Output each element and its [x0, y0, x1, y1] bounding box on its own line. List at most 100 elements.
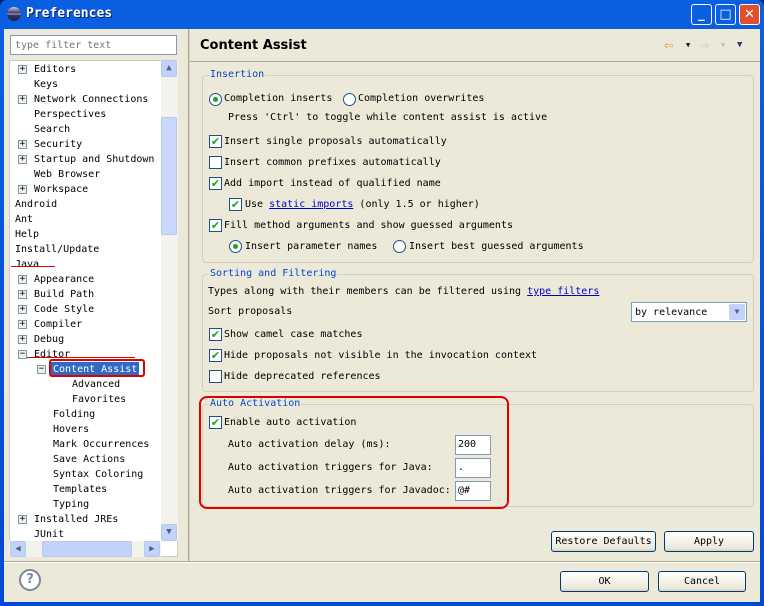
- tree-item-label[interactable]: Syntax Coloring: [53, 467, 143, 482]
- tree-item-label[interactable]: Startup and Shutdown: [34, 152, 154, 167]
- restore-defaults-button[interactable]: Restore Defaults: [551, 531, 656, 552]
- tree-item-label[interactable]: Ant: [15, 212, 33, 227]
- camel-case-checkbox[interactable]: ✔: [209, 328, 222, 341]
- expand-icon[interactable]: +: [18, 335, 27, 344]
- tree-item-label[interactable]: Compiler: [34, 317, 82, 332]
- close-button[interactable]: ✕: [739, 4, 760, 25]
- page-title: Content Assist: [200, 38, 307, 53]
- tree-item-label[interactable]: Install/Update: [15, 242, 99, 257]
- expand-icon[interactable]: +: [18, 185, 27, 194]
- cancel-button[interactable]: Cancel: [658, 571, 746, 592]
- tree-item-label[interactable]: Advanced: [72, 377, 120, 392]
- collapse-icon[interactable]: −: [37, 365, 46, 374]
- hide-invisible-checkbox[interactable]: ✔: [209, 349, 222, 362]
- back-arrow-icon[interactable]: ⇦: [664, 36, 673, 54]
- tree-item-label[interactable]: Appearance: [34, 272, 94, 287]
- single-proposals-label[interactable]: Insert single proposals automatically: [224, 136, 447, 147]
- expand-icon[interactable]: +: [18, 65, 27, 74]
- back-dropdown-icon[interactable]: ▼: [686, 41, 690, 49]
- tree-item-label[interactable]: Security: [34, 137, 82, 152]
- annotation-box-auto-activation: [199, 396, 509, 509]
- view-menu-icon[interactable]: ▼: [737, 40, 742, 50]
- sort-proposals-select[interactable]: by relevance ▼: [631, 302, 747, 322]
- best-guessed-label[interactable]: Insert best guessed arguments: [409, 241, 584, 252]
- insertion-title: Insertion: [209, 69, 266, 80]
- tree-item-label[interactable]: Search: [34, 122, 70, 137]
- parameter-names-radio[interactable]: [229, 240, 242, 253]
- tree-item-label[interactable]: Typing: [53, 497, 89, 512]
- minimize-button[interactable]: _: [691, 4, 712, 25]
- sorting-title: Sorting and Filtering: [209, 268, 338, 279]
- scroll-right-icon[interactable]: ▶: [144, 541, 160, 557]
- tree-item-label[interactable]: Build Path: [34, 287, 94, 302]
- tree-item-label[interactable]: Workspace: [34, 182, 88, 197]
- maximize-button[interactable]: □: [715, 4, 736, 25]
- fill-arguments-checkbox[interactable]: ✔: [209, 219, 222, 232]
- camel-case-label[interactable]: Show camel case matches: [224, 329, 362, 340]
- tree-item-label[interactable]: Perspectives: [34, 107, 106, 122]
- tree-item-label[interactable]: Mark Occurrences: [53, 437, 149, 452]
- help-icon[interactable]: ?: [19, 569, 41, 591]
- expand-icon[interactable]: +: [18, 515, 27, 524]
- collapse-icon[interactable]: −: [18, 350, 27, 359]
- completion-inserts-label[interactable]: Completion inserts: [224, 93, 332, 104]
- tree-item-label[interactable]: Installed JREs: [34, 512, 118, 527]
- expand-icon[interactable]: +: [18, 275, 27, 284]
- type-filters-link[interactable]: type filters: [527, 286, 599, 297]
- tree-item-label[interactable]: Debug: [34, 332, 64, 347]
- tree-item-label[interactable]: Help: [15, 227, 39, 242]
- tree-item-label[interactable]: Favorites: [72, 392, 126, 407]
- tree-item-label[interactable]: Keys: [34, 77, 58, 92]
- parameter-names-label[interactable]: Insert parameter names: [245, 241, 377, 252]
- scroll-thumb[interactable]: [161, 117, 177, 235]
- common-prefixes-label[interactable]: Insert common prefixes automatically: [224, 157, 441, 168]
- tree-item-label[interactable]: Web Browser: [34, 167, 100, 182]
- hide-invisible-label[interactable]: Hide proposals not visible in the invoca…: [224, 350, 537, 361]
- expand-icon[interactable]: +: [18, 305, 27, 314]
- filter-input[interactable]: [10, 35, 177, 55]
- common-prefixes-checkbox[interactable]: [209, 156, 222, 169]
- annotation-underline-editor: [27, 357, 135, 358]
- fill-arguments-label[interactable]: Fill method arguments and show guessed a…: [224, 220, 513, 231]
- tree-item-label[interactable]: Editors: [34, 62, 76, 77]
- tree-item-label[interactable]: Templates: [53, 482, 107, 497]
- completion-overwrites-radio[interactable]: [343, 93, 356, 106]
- tree-item-label[interactable]: Android: [15, 197, 57, 212]
- best-guessed-radio[interactable]: [393, 240, 406, 253]
- static-imports-link[interactable]: static imports: [269, 199, 353, 210]
- expand-icon[interactable]: +: [18, 320, 27, 329]
- tree-item-label[interactable]: Folding: [53, 407, 95, 422]
- tree-item-label[interactable]: Save Actions: [53, 452, 125, 467]
- single-proposals-checkbox[interactable]: ✔: [209, 135, 222, 148]
- hscroll-thumb[interactable]: [42, 541, 132, 557]
- dropdown-arrow-icon[interactable]: ▼: [729, 304, 745, 320]
- horizontal-scrollbar[interactable]: ◀ ▶: [9, 541, 161, 557]
- type-filters-row: Types along with their members can be fi…: [208, 286, 599, 297]
- tree-item-label[interactable]: JUnit: [34, 527, 64, 542]
- eclipse-icon: [7, 7, 21, 21]
- tree-item-label[interactable]: Java: [15, 257, 39, 272]
- forward-arrow-icon: ⇨: [700, 36, 710, 54]
- tree-item-label[interactable]: Network Connections: [34, 92, 148, 107]
- apply-button[interactable]: Apply: [664, 531, 754, 552]
- hide-deprecated-label[interactable]: Hide deprecated references: [224, 371, 381, 382]
- add-import-checkbox[interactable]: ✔: [209, 177, 222, 190]
- expand-icon[interactable]: +: [18, 95, 27, 104]
- static-imports-checkbox[interactable]: ✔: [229, 198, 242, 211]
- expand-icon[interactable]: +: [18, 140, 27, 149]
- tree-item-label[interactable]: Hovers: [53, 422, 89, 437]
- ok-button[interactable]: OK: [560, 571, 649, 592]
- title-bar: Preferences _ □ ✕: [0, 0, 764, 29]
- completion-overwrites-label[interactable]: Completion overwrites: [358, 93, 484, 104]
- expand-icon[interactable]: +: [18, 155, 27, 164]
- expand-icon[interactable]: +: [18, 290, 27, 299]
- pane-divider: [188, 29, 190, 562]
- add-import-label[interactable]: Add import instead of qualified name: [224, 178, 441, 189]
- hide-deprecated-checkbox[interactable]: [209, 370, 222, 383]
- scroll-down-icon[interactable]: ▼: [161, 524, 177, 541]
- tree-item-label[interactable]: Code Style: [34, 302, 94, 317]
- scroll-up-icon[interactable]: ▲: [161, 60, 177, 77]
- vertical-scrollbar[interactable]: ▲ ▼: [161, 60, 178, 541]
- completion-inserts-radio[interactable]: [209, 93, 222, 106]
- scroll-left-icon[interactable]: ◀: [10, 541, 26, 557]
